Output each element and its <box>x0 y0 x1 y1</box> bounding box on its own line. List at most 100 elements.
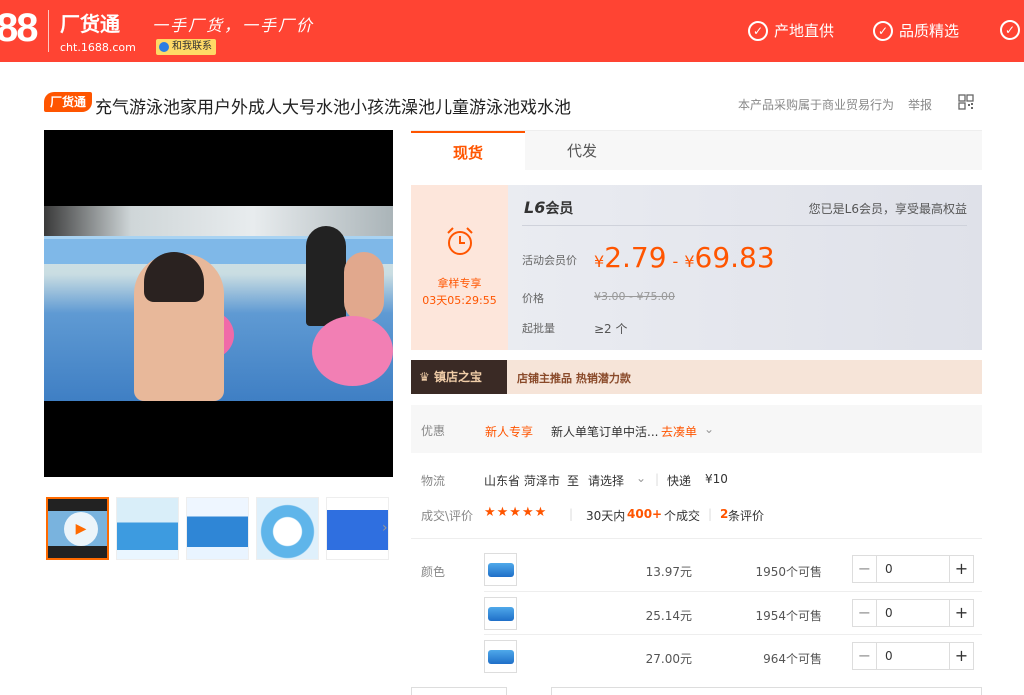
brand-name[interactable]: 厂货通 <box>60 8 120 37</box>
chevron-down-icon[interactable]: ⌄ <box>704 422 714 436</box>
check-icon: ✓ <box>748 20 768 41</box>
report-link[interactable]: 举报 <box>908 96 932 113</box>
top-banner: 88 厂货通 cht.1688.com 一手厂货，一手厂价 和我联系 ✓ 产地直… <box>0 0 1024 62</box>
separator: | <box>569 507 574 521</box>
feature-quality: ✓ 品质精选 <box>873 20 959 41</box>
member-note: 您已是L6会员，享受最高权益 <box>808 202 967 216</box>
sku-row: 27.00元 964个可售 − 0 + <box>484 640 982 684</box>
divider <box>522 225 967 226</box>
discount-label: 优惠 <box>421 424 446 438</box>
quantity-input[interactable]: 0 <box>877 600 949 626</box>
brand-url[interactable]: cht.1688.com <box>60 41 136 54</box>
thumbnail-image[interactable] <box>186 497 249 560</box>
chevron-down-icon[interactable]: ⌄ <box>636 471 646 485</box>
price-high: 69.83 <box>694 241 775 274</box>
sku-thumbnail[interactable] <box>484 553 517 586</box>
quantity-stepper: − 0 + <box>852 555 974 583</box>
feature-more: ✓ <box>1000 20 1020 40</box>
decrease-button[interactable]: − <box>853 600 877 626</box>
ship-to-word: 至 <box>567 474 580 488</box>
store-treasure-strip[interactable]: ♛ 镇店之宝 店铺主推品 热销潜力款 <box>411 360 982 394</box>
member-level-suffix: 会员 <box>545 201 574 217</box>
promo-box: 拿样专享 03天05:29:55 <box>411 185 508 350</box>
feature-label: 产地直供 <box>774 22 835 40</box>
increase-button[interactable]: + <box>949 643 973 669</box>
currency-symbol: ¥ <box>594 252 605 271</box>
factory-badge: 厂货通 <box>44 92 93 112</box>
min-order-qty: ≥2 个 <box>594 322 628 336</box>
check-icon: ✓ <box>1000 20 1020 40</box>
sku-thumbnail[interactable] <box>484 640 517 673</box>
discount-text: 新人单笔订单中活... <box>551 425 659 439</box>
contact-button[interactable]: 和我联系 <box>156 39 216 55</box>
sku-price: 27.00元 <box>645 652 692 666</box>
feature-direct-supply: ✓ 产地直供 <box>748 20 834 41</box>
quantity-stepper: − 0 + <box>852 642 974 670</box>
qr-code-icon[interactable] <box>958 94 974 110</box>
add-to-order-link[interactable]: 去凑单 <box>661 423 697 440</box>
store-badge-label: 镇店之宝 <box>433 370 482 384</box>
price-panel: 拿样专享 03天05:29:55 L6会员 您已是L6会员，享受最高权益 活动会… <box>411 185 982 350</box>
trade-note: 本产品采购属于商业贸易行为 <box>738 98 895 112</box>
logo-number[interactable]: 88 <box>0 6 38 51</box>
purchase-tabs: 现货 代发 <box>411 130 982 171</box>
shipping-method: 快递 <box>667 474 692 488</box>
deal-count: 400+ <box>627 507 663 521</box>
store-promo-text: 店铺主推品 热销潜力款 <box>517 372 631 385</box>
price-dash: - <box>672 252 679 271</box>
divider <box>484 591 982 592</box>
check-icon: ✓ <box>873 20 893 41</box>
divider <box>484 634 982 635</box>
separator: | <box>708 507 713 521</box>
thumbnail-image[interactable] <box>116 497 179 560</box>
new-user-tag: 新人专享 <box>485 425 534 439</box>
alarm-clock-icon <box>447 227 473 255</box>
tab-dropship[interactable]: 代发 <box>525 131 639 171</box>
increase-button[interactable]: + <box>949 556 973 582</box>
logo-divider <box>48 10 49 52</box>
discount-row: 优惠 新人专享 新人单笔订单中活... 去凑单 ⌄ <box>411 405 982 453</box>
thumbnail-video[interactable]: ▶ <box>46 497 109 560</box>
main-product-video[interactable] <box>44 130 393 477</box>
deals-reviews-label: 成交\评价 <box>421 509 474 523</box>
currency-symbol: ¥ <box>684 252 695 271</box>
decrease-button[interactable]: − <box>853 643 877 669</box>
bottom-panel-edge <box>551 687 982 695</box>
increase-button[interactable]: + <box>949 600 973 626</box>
sku-stock: 1950个可售 <box>755 565 822 579</box>
promo-name: 拿样专享 <box>437 277 482 290</box>
store-treasure-badge: ♛ 镇店之宝 <box>411 360 507 394</box>
contact-label: 和我联系 <box>172 41 212 52</box>
shipping-fee: ¥10 <box>705 472 728 486</box>
thumbnail-image[interactable] <box>326 497 389 560</box>
quantity-stepper: − 0 + <box>852 599 974 627</box>
quantity-input[interactable]: 0 <box>877 556 949 582</box>
star-rating: ★★★★★ <box>484 505 548 520</box>
member-level: L6会员 <box>524 198 573 218</box>
deals-period: 30天内 <box>586 509 626 523</box>
member-price-label: 活动会员价 <box>522 254 577 267</box>
price-low: 2.79 <box>604 241 667 274</box>
member-price: ¥2.79- ¥69.83 <box>594 241 775 274</box>
divider <box>411 538 982 539</box>
deal-count-suffix: 个成交 <box>664 509 701 523</box>
decrease-button[interactable]: − <box>853 556 877 582</box>
feature-label: 品质精选 <box>899 22 960 40</box>
separator: | <box>655 472 660 486</box>
chevron-right-icon[interactable]: › <box>382 520 388 536</box>
original-price-label: 价格 <box>522 292 544 305</box>
quantity-input[interactable]: 0 <box>877 643 949 669</box>
original-price: ¥3.00 - ¥75.00 <box>594 290 675 303</box>
product-title: 充气游泳池家用户外成人大号水池小孩洗澡池儿童游泳池戏水池 <box>95 98 571 118</box>
sku-stock: 964个可售 <box>763 652 822 666</box>
thumbnail-image[interactable] <box>256 497 319 560</box>
review-count-suffix[interactable]: 条评价 <box>728 507 764 524</box>
play-icon[interactable]: ▶ <box>64 512 98 546</box>
ship-from: 山东省 菏泽市 <box>484 474 560 488</box>
tab-in-stock[interactable]: 现货 <box>411 131 525 171</box>
destination-select[interactable]: 请选择 <box>588 472 624 489</box>
promo-countdown: 03天05:29:55 <box>422 294 497 307</box>
member-level-code: L6 <box>524 198 546 217</box>
sku-thumbnail[interactable] <box>484 597 517 630</box>
color-label: 颜色 <box>421 565 446 579</box>
